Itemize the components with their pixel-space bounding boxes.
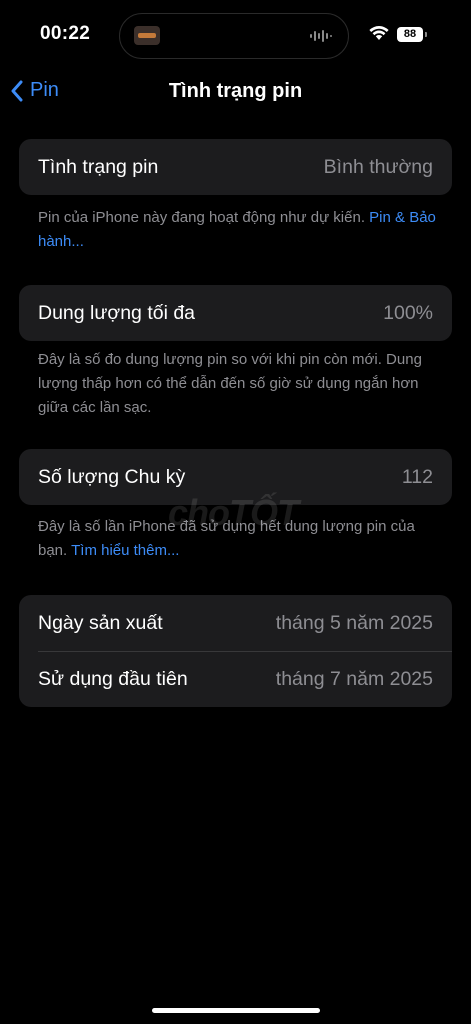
max-capacity-group: Dung lượng tối đa 100%: [19, 285, 452, 341]
first-use-row: Sử dụng đầu tiên tháng 7 năm 2025: [19, 651, 452, 707]
battery-icon: [425, 32, 427, 37]
battery-health-label: Tình trạng pin: [38, 155, 159, 178]
page-title: Tình trạng pin: [168, 80, 303, 102]
manufacture-date-row: Ngày sản xuất tháng 5 năm 2025: [19, 595, 452, 651]
wifi-icon: [369, 26, 389, 40]
dates-group: Ngày sản xuất tháng 5 năm 2025 Sử dụng đ…: [19, 595, 452, 707]
max-capacity-row: Dung lượng tối đa 100%: [19, 285, 452, 341]
navigation-bar: Pin Tình trạng pin: [0, 70, 471, 114]
max-capacity-label: Dung lượng tối đa: [38, 301, 196, 324]
max-capacity-value: 100%: [383, 301, 433, 324]
battery-health-value: Bình thường: [323, 155, 433, 178]
status-time: 00:22: [40, 23, 91, 44]
learn-more-link[interactable]: Tìm hiểu thêm...: [71, 542, 179, 559]
dynamic-island[interactable]: [119, 13, 349, 59]
cycle-count-label: Số lượng Chu kỳ: [38, 465, 186, 488]
manufacture-date-value: tháng 5 năm 2025: [275, 611, 433, 634]
cycle-count-value: 112: [401, 465, 433, 488]
battery-health-footnote-text: Pin của iPhone này đang hoạt động như dự…: [38, 209, 365, 226]
home-indicator[interactable]: [152, 1008, 320, 1013]
battery-health-group: Tình trạng pin Bình thường: [19, 139, 452, 195]
manufacture-date-label: Ngày sản xuất: [38, 611, 163, 634]
battery-health-footnote: Pin của iPhone này đang hoạt động như dự…: [38, 206, 438, 254]
media-artwork-icon: [134, 26, 160, 45]
status-bar: 00:22 88: [0, 0, 471, 70]
audio-waveform-icon: [310, 30, 332, 42]
first-use-label: Sử dụng đầu tiên: [38, 667, 188, 690]
max-capacity-footnote: Đây là số đo dung lượng pin so với khi p…: [38, 351, 422, 416]
watermark-logo: choTỐT: [168, 492, 299, 533]
first-use-value: tháng 7 năm 2025: [275, 667, 433, 690]
battery-health-row: Tình trạng pin Bình thường: [19, 139, 452, 195]
battery-level: 88: [397, 27, 423, 42]
